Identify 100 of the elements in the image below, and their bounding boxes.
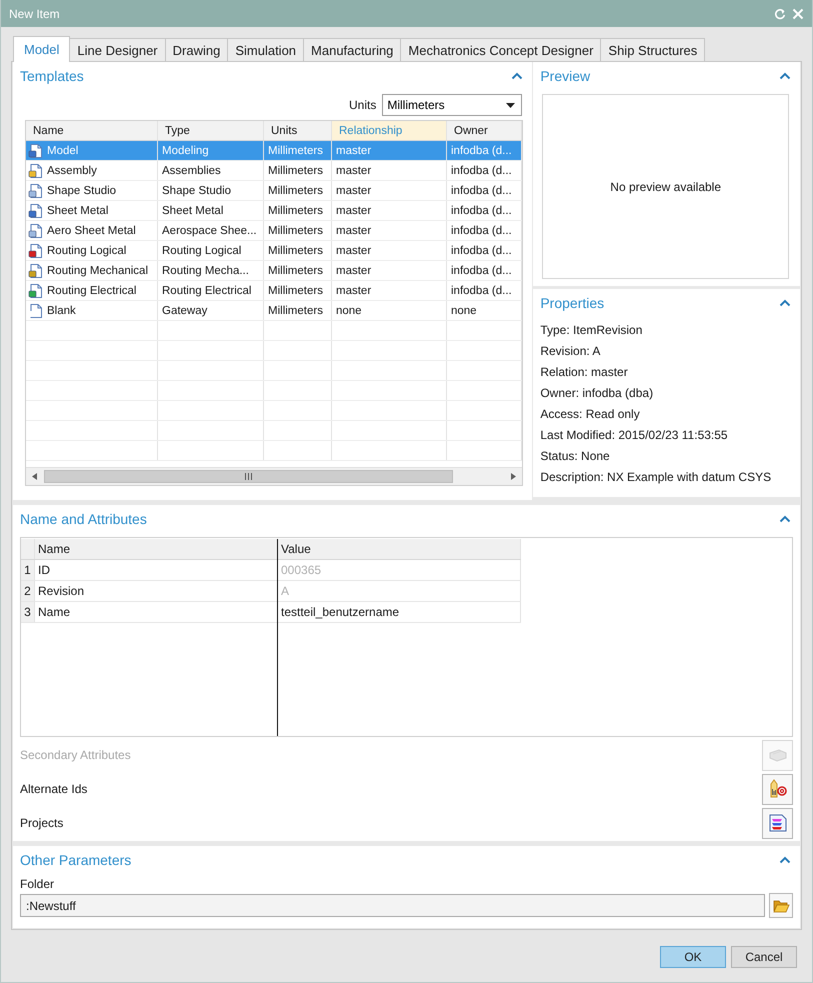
- table-row[interactable]: Routing Electrical Routing Electrical Millimeters master infodba (d...: [26, 281, 522, 301]
- table-cell: Millimeters: [268, 304, 323, 316]
- tab[interactable]: Line Designer: [69, 38, 166, 61]
- option-label: Projects: [20, 816, 64, 830]
- horizontal-scrollbar[interactable]: [26, 467, 522, 485]
- table-cell: Routing Electrical: [162, 284, 252, 296]
- table-cell: Shape Studio: [47, 184, 116, 196]
- dialog-button[interactable]: OK: [660, 946, 726, 968]
- table-cell: master: [336, 204, 372, 216]
- property-line: Owner: infodba (dba): [540, 385, 654, 402]
- table-row[interactable]: Routing Mechanical Routing Mecha... Millimeters master infodba (d...: [26, 261, 522, 281]
- section-title: Templates: [20, 68, 85, 84]
- table-cell: Routing Mechanical: [47, 264, 148, 276]
- units-dropdown[interactable]: Millimeters: [382, 94, 522, 116]
- option-label: Alternate Ids: [20, 782, 88, 796]
- row-number: 2: [21, 581, 35, 601]
- list-document-icon: [768, 813, 788, 833]
- tab[interactable]: Drawing: [164, 38, 228, 61]
- section-title: Properties: [540, 295, 606, 311]
- tags-icon: [768, 747, 788, 763]
- tab[interactable]: Model: [13, 36, 70, 62]
- property-line: Revision: A: [540, 343, 602, 360]
- table-cell: infodba (d...: [451, 284, 512, 296]
- table-cell: Millimeters: [268, 264, 323, 276]
- table-row[interactable]: Aero Sheet Metal Aerospace Shee... Millimeters master infodba (d...: [26, 221, 522, 241]
- tab[interactable]: Ship Structures: [600, 38, 706, 61]
- row-number: 1: [21, 560, 35, 580]
- document-icon: [28, 302, 44, 318]
- dialog-button[interactable]: Cancel: [731, 946, 797, 968]
- property-line: Type: ItemRevision: [540, 322, 644, 339]
- table-cell: Shape Studio: [162, 184, 232, 196]
- tab[interactable]: Manufacturing: [303, 38, 402, 61]
- collapse-icon[interactable]: [779, 856, 791, 864]
- table-cell: master: [336, 164, 372, 176]
- document-icon: [28, 142, 44, 158]
- row-number: 3: [21, 602, 35, 622]
- table-cell: Routing Logical: [47, 244, 126, 256]
- table-cell: infodba (d...: [451, 244, 512, 256]
- table-row[interactable]: Blank Gateway Millimeters none none: [26, 301, 522, 321]
- table-row[interactable]: Shape Studio Shape Studio Millimeters master infodba (d...: [26, 181, 522, 201]
- table-cell: Aero Sheet Metal: [47, 224, 136, 236]
- table-cell: Millimeters: [268, 184, 323, 196]
- table-cell: master: [336, 184, 372, 196]
- column-header[interactable]: Name: [26, 121, 158, 140]
- table-cell: none: [451, 304, 477, 316]
- table-row[interactable]: Sheet Metal Sheet Metal Millimeters master infodba (d...: [26, 201, 522, 221]
- table-cell: Millimeters: [268, 224, 323, 236]
- document-icon: [28, 242, 44, 258]
- table-cell: infodba (d...: [451, 144, 512, 156]
- tab[interactable]: Simulation: [227, 38, 304, 61]
- folder-field[interactable]: :Newstuff: [20, 894, 765, 918]
- collapse-icon[interactable]: [779, 515, 791, 523]
- document-icon: [28, 182, 44, 198]
- table-row[interactable]: Routing Logical Routing Logical Millimeters master infodba (d...: [26, 241, 522, 261]
- icon-button[interactable]: [762, 808, 793, 838]
- document-icon: [28, 202, 44, 218]
- icon-button[interactable]: [762, 774, 793, 804]
- property-line: Relation: master: [540, 364, 629, 381]
- caret-icon: [506, 102, 516, 108]
- table-cell: Assembly: [47, 164, 97, 176]
- column-header[interactable]: Type: [158, 121, 264, 140]
- table-row[interactable]: Assembly Assemblies Millimeters master infodba (d...: [26, 161, 522, 181]
- section-title: Other Parameters: [20, 852, 132, 868]
- table-cell: none: [336, 304, 362, 316]
- left-arrow-icon: [32, 473, 37, 480]
- table-cell: Millimeters: [268, 204, 323, 216]
- table-cell: infodba (d...: [451, 164, 512, 176]
- column-header[interactable]: Owner: [447, 121, 522, 140]
- table-cell: infodba (d...: [451, 224, 512, 236]
- table-cell: Millimeters: [268, 284, 323, 296]
- table-cell: Gateway: [162, 304, 208, 316]
- collapse-icon[interactable]: [511, 72, 524, 80]
- tab[interactable]: Mechatronics Concept Designer: [400, 38, 602, 61]
- table-cell: master: [336, 244, 372, 256]
- right-arrow-icon: [511, 473, 516, 480]
- preview-message: No preview available: [610, 180, 722, 194]
- document-icon: [28, 262, 44, 278]
- collapse-icon[interactable]: [779, 72, 791, 80]
- table-cell: infodba (d...: [451, 184, 512, 196]
- table-cell: master: [336, 224, 372, 236]
- grip-icon: [245, 473, 252, 480]
- section-title: Name and Attributes: [20, 511, 148, 527]
- table-cell: master: [336, 284, 372, 296]
- field-label: Folder: [19, 876, 56, 894]
- collapse-icon[interactable]: [779, 299, 791, 307]
- tag-at-icon: [768, 779, 788, 799]
- scrollbar-thumb[interactable]: [44, 470, 453, 483]
- refresh-icon[interactable]: [774, 8, 786, 20]
- table-cell: Model: [47, 144, 78, 156]
- units-label: Units: [349, 98, 376, 112]
- option-label: Secondary Attributes: [20, 748, 131, 762]
- table-cell: infodba (d...: [451, 264, 512, 276]
- close-icon[interactable]: [792, 8, 804, 20]
- table-cell: Aerospace Shee...: [162, 224, 257, 236]
- table-cell: Millimeters: [268, 144, 323, 156]
- document-icon: [28, 162, 44, 178]
- browse-button[interactable]: [769, 893, 793, 918]
- folder-icon: [772, 898, 790, 913]
- table-cell: Routing Mecha...: [162, 264, 249, 276]
- table-cell: Millimeters: [268, 244, 323, 256]
